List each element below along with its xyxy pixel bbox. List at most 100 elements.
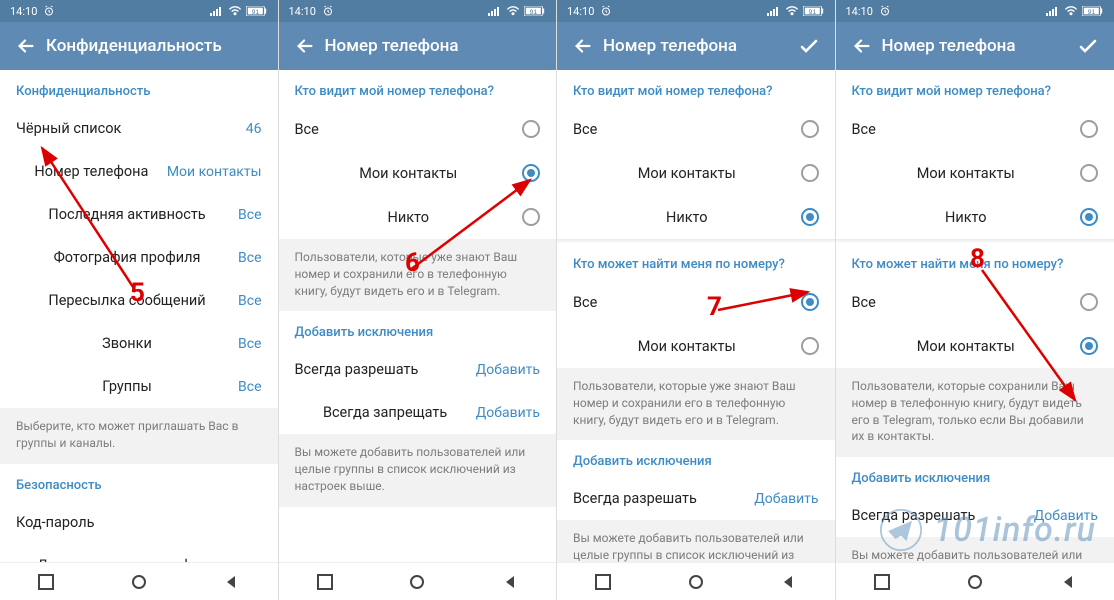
alarm-icon — [322, 5, 334, 17]
nav-home[interactable] — [114, 567, 164, 597]
section-header: Конфиденциальность — [0, 70, 278, 107]
back-button[interactable] — [842, 26, 882, 66]
phone-screen: 14:10 91 Конфиденциальность Конфиденциал… — [0, 0, 279, 600]
row-label: Пересылка сообщений — [48, 292, 205, 309]
row-label: Звонки — [102, 335, 152, 352]
section-header: Кто может найти меня по номеру? — [557, 243, 835, 280]
radio-row[interactable]: Мои контакты — [279, 151, 557, 195]
content-area: Кто видит мой номер телефона? Все Мои ко… — [279, 70, 557, 562]
back-button[interactable] — [285, 26, 325, 66]
back-button[interactable] — [6, 26, 46, 66]
radio-button[interactable] — [1080, 164, 1098, 182]
radio-button[interactable] — [801, 337, 819, 355]
svg-text:91: 91 — [1088, 9, 1096, 16]
radio-label: Мои контакты — [638, 338, 736, 355]
hint-text: Вы можете добавить пользователей или цел… — [557, 520, 835, 562]
radio-label: Все — [852, 294, 876, 311]
status-bar: 14:10 91 — [279, 0, 557, 22]
row-label: Код-пароль — [16, 514, 94, 531]
radio-row[interactable]: Никто — [836, 195, 1114, 239]
settings-row[interactable]: Номер телефона Мои контакты — [0, 150, 278, 193]
radio-button[interactable] — [1080, 120, 1098, 138]
nav-home[interactable] — [950, 567, 1000, 597]
radio-row[interactable]: Все — [836, 107, 1114, 151]
radio-button[interactable] — [522, 120, 540, 138]
settings-row[interactable]: Последняя активность Все — [0, 193, 278, 236]
section-header: Кто видит мой номер телефона? — [557, 70, 835, 107]
nav-back[interactable] — [763, 567, 813, 597]
appbar-title: Номер телефона — [882, 36, 1069, 56]
settings-row[interactable]: Пересылка сообщений Все — [0, 279, 278, 322]
wifi-icon — [506, 6, 520, 16]
phone-screen: 14:10 91 Номер телефона Кто видит мой но… — [279, 0, 558, 600]
radio-label: Все — [852, 121, 876, 138]
row-value: Все — [238, 379, 261, 395]
radio-row[interactable]: Все — [557, 107, 835, 151]
settings-row[interactable]: Фотография профиля Все — [0, 236, 278, 279]
radio-button[interactable] — [801, 293, 819, 311]
radio-row[interactable]: Мои контакты — [557, 151, 835, 195]
radio-button[interactable] — [801, 120, 819, 138]
confirm-button[interactable] — [789, 26, 829, 66]
radio-label: Никто — [666, 209, 708, 226]
radio-label: Мои контакты — [359, 165, 457, 182]
radio-row[interactable]: Никто — [279, 195, 557, 239]
nav-back[interactable] — [485, 567, 535, 597]
radio-button[interactable] — [1080, 337, 1098, 355]
confirm-button[interactable] — [1068, 26, 1108, 66]
radio-button[interactable] — [1080, 293, 1098, 311]
section-header: Добавить исключения — [836, 457, 1114, 494]
row-label: Последняя активность — [48, 206, 205, 223]
row-label: Всегда запрещать — [323, 404, 447, 421]
nav-home[interactable] — [671, 567, 721, 597]
signal-icon — [1046, 6, 1060, 16]
settings-row[interactable]: Звонки Все — [0, 322, 278, 365]
radio-row[interactable]: Мои контакты — [836, 324, 1114, 368]
settings-row[interactable]: Всегда разрешать Добавить — [557, 477, 835, 520]
battery-icon: 91 — [246, 6, 268, 16]
radio-row[interactable]: Все — [836, 280, 1114, 324]
wifi-icon — [228, 6, 242, 16]
nav-back[interactable] — [1043, 567, 1093, 597]
radio-button[interactable] — [522, 164, 540, 182]
app-bar: Номер телефона — [557, 22, 835, 70]
section-header: Кто видит мой номер телефона? — [836, 70, 1114, 107]
status-time: 14:10 — [289, 5, 316, 18]
radio-row[interactable]: Все — [557, 280, 835, 324]
settings-row[interactable]: Всегда запрещать Добавить — [279, 391, 557, 434]
settings-row[interactable]: Всегда разрешать Добавить — [279, 348, 557, 391]
content-area: Кто видит мой номер телефона? Все Мои ко… — [836, 70, 1114, 562]
radio-button[interactable] — [1080, 208, 1098, 226]
status-time: 14:10 — [567, 5, 594, 18]
radio-button[interactable] — [801, 208, 819, 226]
content-area: Конфиденциальность Чёрный список 46 Номе… — [0, 70, 278, 562]
nav-back[interactable] — [206, 567, 256, 597]
radio-row[interactable]: Мои контакты — [557, 324, 835, 368]
settings-row[interactable]: Всегда разрешать Добавить — [836, 494, 1114, 537]
battery-icon: 91 — [1082, 6, 1104, 16]
radio-row[interactable]: Все — [279, 107, 557, 151]
alarm-icon — [600, 5, 612, 17]
nav-recent[interactable] — [578, 567, 628, 597]
svg-text:91: 91 — [808, 9, 816, 16]
settings-row[interactable]: Двухэтапная аутентификация — [0, 544, 278, 562]
wifi-icon — [785, 6, 799, 16]
radio-label: Мои контакты — [917, 165, 1015, 182]
section-header: Кто видит мой номер телефона? — [279, 70, 557, 107]
settings-row[interactable]: Группы Все — [0, 365, 278, 408]
radio-row[interactable]: Мои контакты — [836, 151, 1114, 195]
radio-row[interactable]: Никто — [557, 195, 835, 239]
phone-screen: 14:10 91 Номер телефона Кто видит мой но… — [836, 0, 1114, 600]
hint-text: Выберите, кто может приглашать Вас в гру… — [0, 408, 278, 464]
nav-home[interactable] — [392, 567, 442, 597]
back-button[interactable] — [563, 26, 603, 66]
row-value: Все — [238, 293, 261, 309]
nav-recent[interactable] — [21, 567, 71, 597]
nav-recent[interactable] — [857, 567, 907, 597]
radio-button[interactable] — [801, 164, 819, 182]
nav-recent[interactable] — [300, 567, 350, 597]
section-header: Добавить исключения — [279, 311, 557, 348]
settings-row[interactable]: Чёрный список 46 — [0, 107, 278, 150]
radio-button[interactable] — [522, 208, 540, 226]
settings-row[interactable]: Код-пароль — [0, 501, 278, 544]
